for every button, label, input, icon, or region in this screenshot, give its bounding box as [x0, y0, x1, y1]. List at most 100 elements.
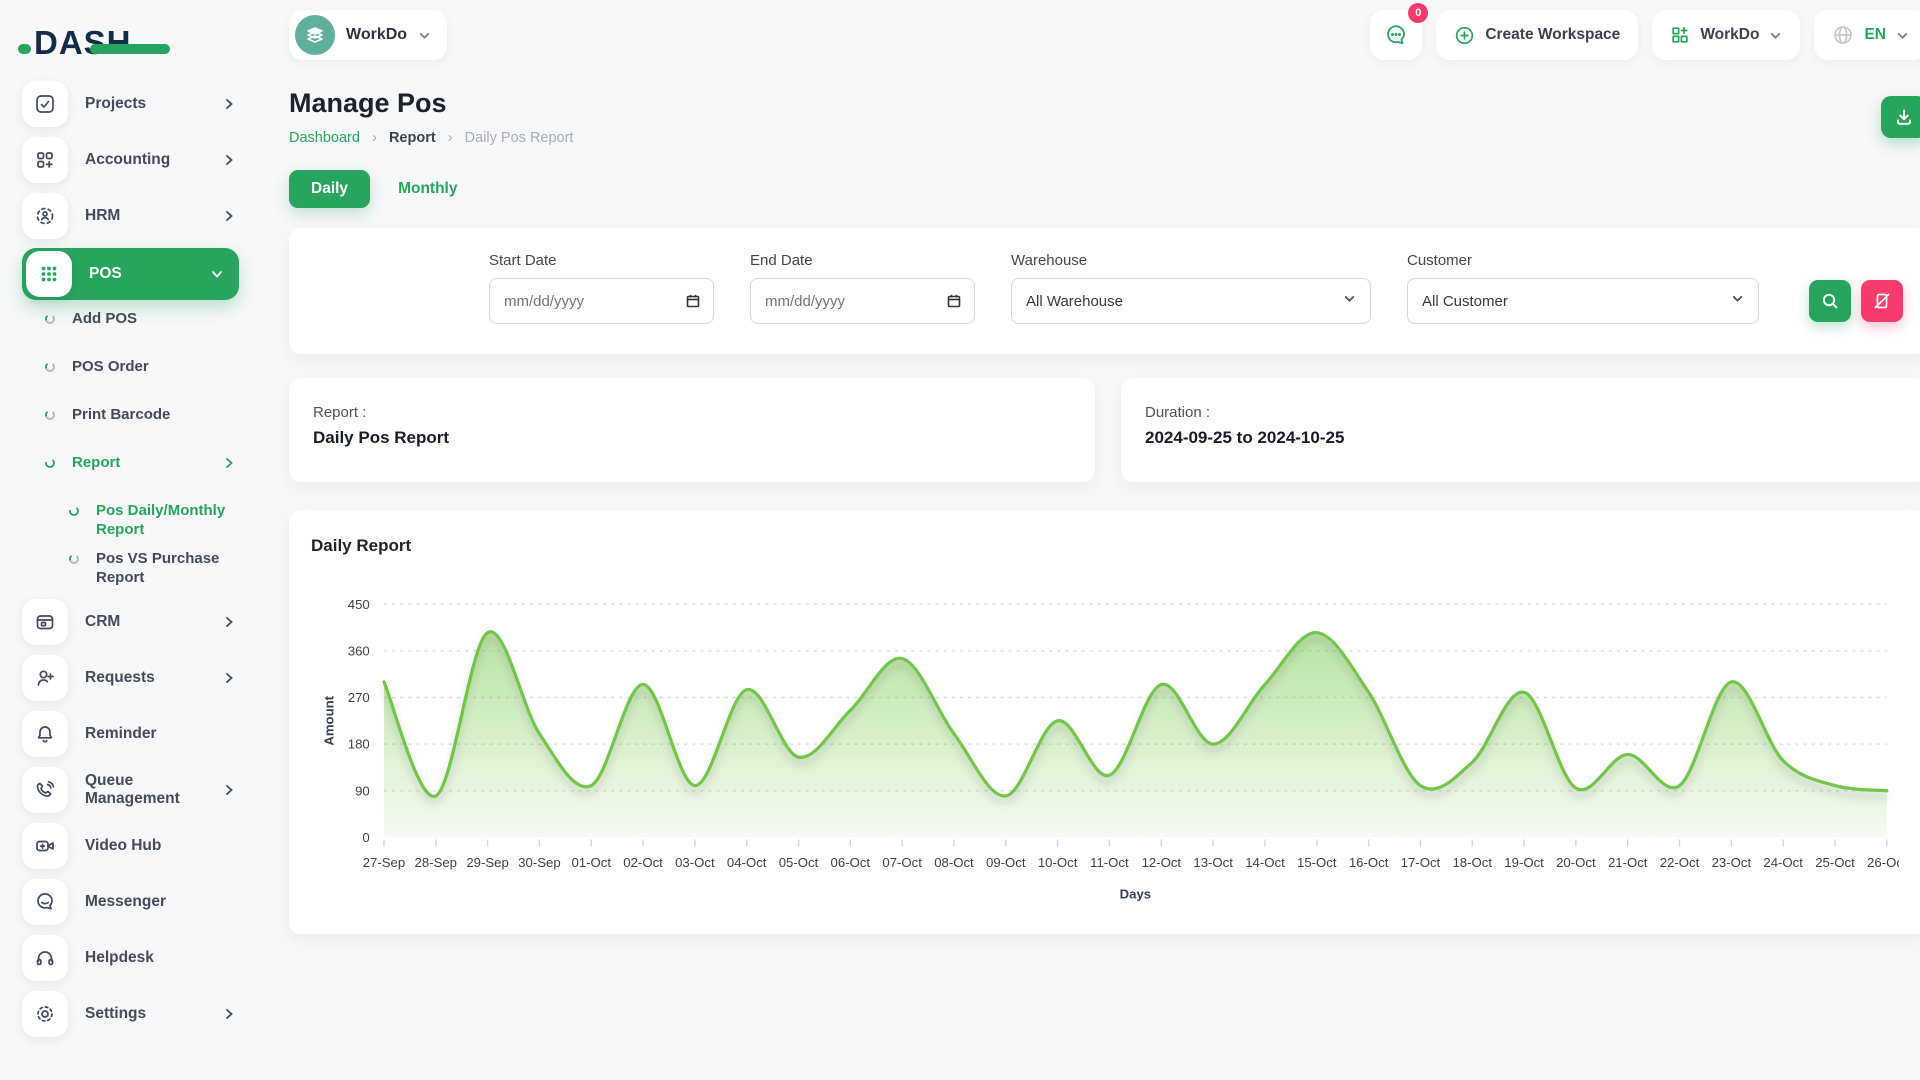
svg-text:18-Oct: 18-Oct: [1452, 855, 1492, 870]
svg-text:20-Oct: 20-Oct: [1556, 855, 1596, 870]
svg-text:08-Oct: 08-Oct: [934, 855, 974, 870]
svg-text:16-Oct: 16-Oct: [1349, 855, 1389, 870]
sidebar-item-pos-daily-monthly-report[interactable]: Pos Daily/Monthly Report: [22, 502, 252, 544]
tab-daily[interactable]: Daily: [289, 170, 370, 208]
svg-text:22-Oct: 22-Oct: [1660, 855, 1700, 870]
warehouse-select[interactable]: All Warehouse: [1011, 278, 1371, 324]
sidebar-item-requests[interactable]: Requests: [22, 654, 265, 702]
calendar-icon[interactable]: [946, 293, 962, 309]
chevron-right-icon: [223, 98, 235, 110]
svg-text:26-Oct: 26-Oct: [1867, 855, 1899, 870]
tab-monthly[interactable]: Monthly: [376, 170, 479, 208]
headset-icon: [22, 935, 68, 981]
sidebar-item-pos[interactable]: POS: [22, 248, 239, 300]
globe-icon: [1832, 24, 1854, 46]
svg-text:10-Oct: 10-Oct: [1038, 855, 1078, 870]
workspace-switcher[interactable]: WorkDo: [1652, 10, 1800, 60]
svg-text:04-Oct: 04-Oct: [727, 855, 767, 870]
sidebar-item-messenger[interactable]: Messenger: [22, 878, 265, 926]
breadcrumb-dashboard[interactable]: Dashboard: [289, 130, 360, 146]
chevron-down-icon: [418, 29, 431, 42]
plus-circle-icon: [1454, 25, 1475, 46]
breadcrumb: Dashboard › Report › Daily Pos Report: [289, 129, 1920, 146]
submenu-bullet-icon: [44, 409, 56, 421]
download-icon: [1894, 107, 1914, 127]
sidebar-item-report[interactable]: Report: [22, 454, 265, 496]
apply-filter-button[interactable]: [1809, 280, 1851, 322]
create-workspace-button[interactable]: Create Workspace: [1436, 10, 1638, 60]
svg-text:23-Oct: 23-Oct: [1712, 855, 1752, 870]
svg-text:17-Oct: 17-Oct: [1401, 855, 1441, 870]
svg-text:24-Oct: 24-Oct: [1763, 855, 1803, 870]
chevron-right-icon: [223, 457, 235, 469]
reset-filter-button[interactable]: [1861, 280, 1903, 322]
projects-icon: [22, 81, 68, 127]
sidebar-item-helpdesk[interactable]: Helpdesk: [22, 934, 265, 982]
end-date-field: End Date: [750, 252, 975, 324]
svg-text:450: 450: [348, 597, 370, 612]
svg-text:05-Oct: 05-Oct: [779, 855, 819, 870]
chevron-right-icon: ›: [372, 129, 377, 146]
svg-text:12-Oct: 12-Oct: [1142, 855, 1182, 870]
sidebar-item-settings[interactable]: Settings: [22, 990, 265, 1038]
brand-logo[interactable]: DASH: [34, 24, 132, 62]
svg-text:11-Oct: 11-Oct: [1090, 855, 1129, 870]
chat-bubble-icon: [1384, 23, 1408, 47]
search-icon: [1821, 292, 1839, 310]
daily-report-chart[interactable]: 09018027036045027-Sep28-Sep29-Sep30-Sep0…: [317, 590, 1899, 904]
report-summary-card: Report : Daily Pos Report: [289, 378, 1095, 482]
messages-button[interactable]: 0: [1370, 10, 1422, 60]
sidebar-item-pos-vs-purchase-report[interactable]: Pos VS Purchase Report: [22, 550, 252, 592]
submenu-bullet-icon: [44, 361, 56, 373]
sidebar-item-add-pos[interactable]: Add POS: [22, 310, 265, 352]
sidebar-item-reminder[interactable]: Reminder: [22, 710, 265, 758]
svg-text:13-Oct: 13-Oct: [1193, 855, 1233, 870]
sidebar-item-projects[interactable]: Projects: [22, 80, 265, 128]
customer-select[interactable]: All Customer: [1407, 278, 1759, 324]
sidebar-item-print-barcode[interactable]: Print Barcode: [22, 406, 265, 448]
start-date-input[interactable]: [490, 279, 713, 323]
chevron-down-icon: [1769, 29, 1782, 42]
svg-text:30-Sep: 30-Sep: [518, 855, 560, 870]
sidebar-item-accounting[interactable]: Accounting: [22, 136, 265, 184]
chevron-right-icon: ›: [448, 129, 453, 146]
svg-text:01-Oct: 01-Oct: [571, 855, 611, 870]
workspace-selector[interactable]: WorkDo: [289, 10, 447, 60]
messages-badge: 0: [1408, 3, 1428, 23]
sidebar-item-queue-management[interactable]: Queue Management: [22, 766, 265, 814]
start-date-field: Start Date: [489, 252, 714, 324]
sidebar-item-pos-order[interactable]: POS Order: [22, 358, 265, 400]
svg-text:15-Oct: 15-Oct: [1297, 855, 1337, 870]
download-report-button[interactable]: [1881, 96, 1920, 138]
svg-text:Amount: Amount: [321, 695, 336, 745]
breadcrumb-report[interactable]: Report: [389, 130, 436, 146]
sidebar-item-video-hub[interactable]: Video Hub: [22, 822, 265, 870]
app-root: DASH Projects Accounting: [0, 0, 1920, 1080]
chevron-down-icon: [211, 268, 223, 280]
svg-text:07-Oct: 07-Oct: [882, 855, 922, 870]
chart-title: Daily Report: [311, 536, 1905, 556]
calendar-icon[interactable]: [685, 293, 701, 309]
svg-text:29-Sep: 29-Sep: [466, 855, 508, 870]
page-title: Manage Pos: [289, 88, 1920, 119]
main-content: WorkDo 0 Create Workspace WorkDo: [265, 0, 1920, 1080]
chevron-down-icon: [1731, 292, 1744, 310]
svg-text:Days: Days: [1120, 886, 1152, 901]
sidebar-item-hrm[interactable]: HRM: [22, 192, 265, 240]
svg-text:03-Oct: 03-Oct: [675, 855, 715, 870]
sidebar-item-crm[interactable]: CRM: [22, 598, 265, 646]
warehouse-field: Warehouse All Warehouse: [1011, 252, 1371, 324]
end-date-input[interactable]: [751, 279, 974, 323]
chevron-down-icon: [1343, 292, 1356, 310]
svg-text:270: 270: [348, 690, 370, 705]
workspace-avatar: [295, 15, 335, 55]
svg-text:0: 0: [362, 830, 369, 845]
chevron-right-icon: [223, 784, 235, 796]
language-selector[interactable]: EN: [1814, 10, 1920, 60]
pos-icon: [26, 251, 72, 297]
bell-icon: [22, 711, 68, 757]
svg-text:09-Oct: 09-Oct: [986, 855, 1026, 870]
workspace-grid-icon: [1670, 25, 1690, 45]
sidebar: DASH Projects Accounting: [0, 0, 265, 1080]
video-camera-icon: [22, 823, 68, 869]
